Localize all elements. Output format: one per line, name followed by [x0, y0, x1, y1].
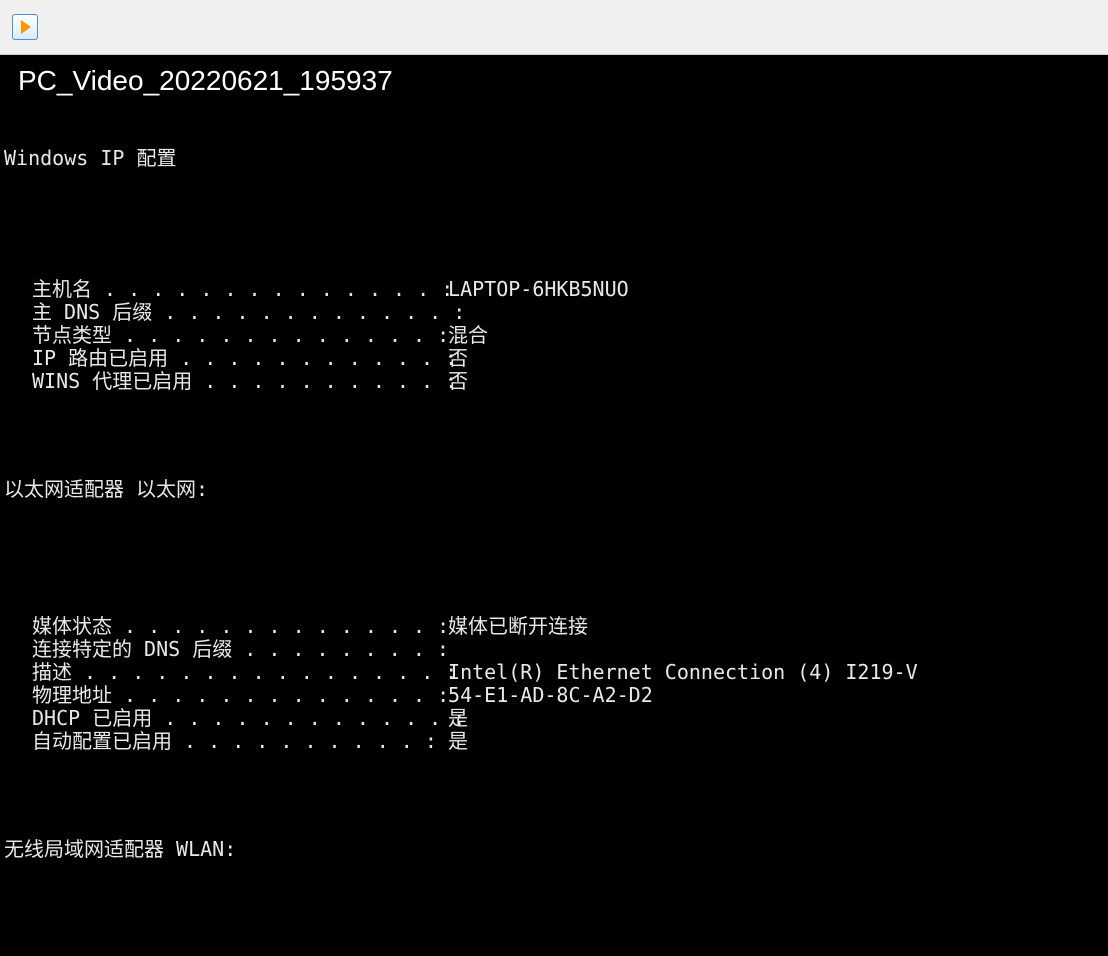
ethernet-label: 物理地址 . . . . . . . . . . . . . :: [32, 684, 436, 707]
video-filename: PC_Video_20220621_195937: [0, 55, 1108, 101]
ethernet-value: 媒体已断开连接: [436, 615, 1104, 638]
ethernet-label: 媒体状态 . . . . . . . . . . . . . :: [32, 615, 436, 638]
host-row: WINS 代理已启用 . . . . . . . . . . : 否: [4, 370, 1104, 393]
ethernet-row: 自动配置已启用 . . . . . . . . . . : 是: [4, 730, 1104, 753]
ipconfig-header: Windows IP 配置: [4, 147, 1104, 170]
host-row: 主 DNS 后缀 . . . . . . . . . . . . :: [4, 301, 1104, 324]
host-value: 否: [436, 347, 1104, 370]
host-row: IP 路由已启用 . . . . . . . . . . . : 否: [4, 347, 1104, 370]
host-row: 主机名 . . . . . . . . . . . . . . : LAPTOP…: [4, 278, 1104, 301]
ethernet-row: 描述 . . . . . . . . . . . . . . . : Intel…: [4, 661, 1104, 684]
ethernet-row: 连接特定的 DNS 后缀 . . . . . . . . :: [4, 638, 1104, 661]
host-label: 节点类型 . . . . . . . . . . . . . :: [32, 324, 436, 347]
host-label: IP 路由已启用 . . . . . . . . . . . :: [32, 347, 436, 370]
host-label: 主机名 . . . . . . . . . . . . . . :: [32, 278, 436, 301]
host-value: 否: [436, 370, 1104, 393]
ethernet-row: 物理地址 . . . . . . . . . . . . . : 54-E1-A…: [4, 684, 1104, 707]
window-titlebar: [0, 0, 1108, 55]
host-row: 节点类型 . . . . . . . . . . . . . : 混合: [4, 324, 1104, 347]
host-value: 混合: [436, 324, 1104, 347]
ethernet-value: 是: [436, 707, 1104, 730]
ethernet-section-title: 以太网适配器 以太网:: [4, 478, 1104, 501]
host-label: WINS 代理已启用 . . . . . . . . . . :: [32, 370, 436, 393]
ethernet-row: DHCP 已启用 . . . . . . . . . . . . : 是: [4, 707, 1104, 730]
video-console-area: PC_Video_20220621_195937 Windows IP 配置 主…: [0, 55, 1108, 956]
ethernet-value: 54-E1-AD-8C-A2-D2: [436, 684, 1104, 707]
host-label: 主 DNS 后缀 . . . . . . . . . . . . :: [32, 301, 436, 324]
host-value: LAPTOP-6HKB5NUO: [436, 278, 1104, 301]
ethernet-label: 描述 . . . . . . . . . . . . . . . :: [32, 661, 436, 684]
ethernet-value: Intel(R) Ethernet Connection (4) I219-V: [436, 661, 1104, 684]
host-value: [436, 301, 1104, 324]
ethernet-label: 连接特定的 DNS 后缀 . . . . . . . . :: [32, 638, 436, 661]
wlan-section-title: 无线局域网适配器 WLAN:: [4, 838, 1104, 861]
ethernet-row: 媒体状态 . . . . . . . . . . . . . : 媒体已断开连接: [4, 615, 1104, 638]
ethernet-label: 自动配置已启用 . . . . . . . . . . :: [32, 730, 436, 753]
play-icon[interactable]: [12, 14, 38, 40]
ethernet-value: [436, 638, 1104, 661]
ethernet-label: DHCP 已启用 . . . . . . . . . . . . :: [32, 707, 436, 730]
ethernet-value: 是: [436, 730, 1104, 753]
